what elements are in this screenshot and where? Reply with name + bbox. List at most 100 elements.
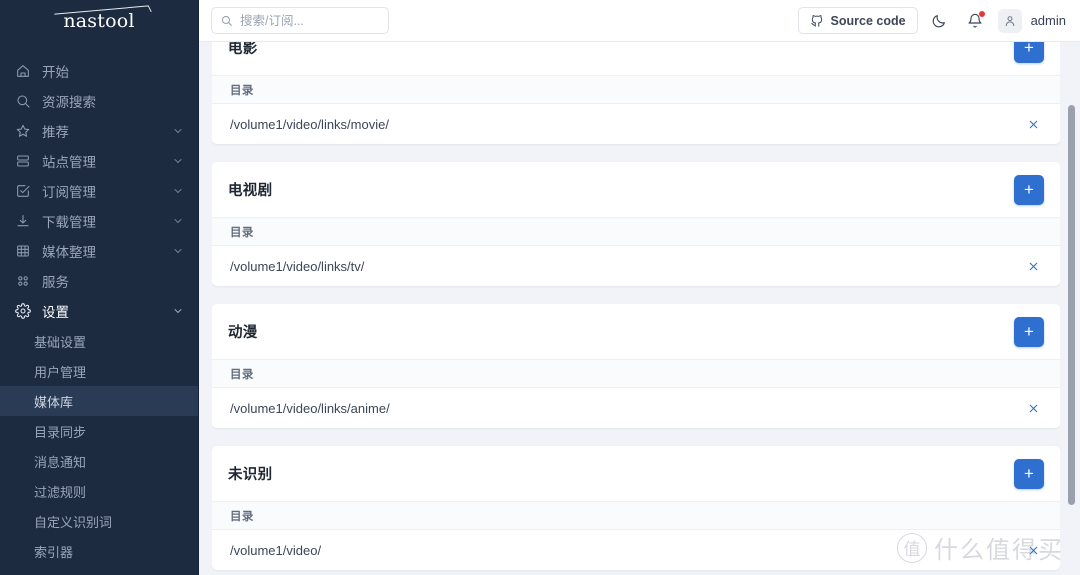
sidebar-subitem-directory-sync[interactable]: 目录同步 bbox=[0, 416, 198, 446]
chevron-down-icon bbox=[174, 249, 182, 253]
checkbox-icon bbox=[14, 182, 32, 200]
add-directory-button[interactable]: + bbox=[1014, 174, 1044, 205]
media-card: 未识别 + 目录 /volume1/video/ bbox=[212, 446, 1060, 570]
notification-badge bbox=[978, 10, 985, 17]
sidebar-item-recommend[interactable]: 推荐 bbox=[0, 116, 198, 146]
sidebar-subitem-label: 用户管理 bbox=[34, 364, 87, 380]
close-icon[interactable] bbox=[1024, 399, 1042, 417]
add-directory-button[interactable]: + bbox=[1014, 316, 1044, 347]
directory-path: /volume1/video/links/movie/ bbox=[230, 116, 389, 132]
moon-icon bbox=[932, 14, 945, 27]
card-header: 电视剧 + bbox=[212, 162, 1060, 218]
close-icon[interactable] bbox=[1024, 257, 1042, 275]
sidebar-subitem-filter-rules[interactable]: 过滤规则 bbox=[0, 476, 198, 506]
source-code-button[interactable]: Source code bbox=[797, 7, 918, 34]
notifications-button[interactable] bbox=[960, 6, 990, 36]
vertical-scrollbar[interactable] bbox=[1068, 42, 1076, 575]
directory-row: /volume1/video/links/movie/ bbox=[212, 104, 1060, 144]
column-header: 目录 bbox=[212, 502, 1060, 530]
scrollbar-thumb[interactable] bbox=[1068, 105, 1075, 505]
sidebar-item-label: 推荐 bbox=[42, 125, 69, 140]
close-icon[interactable] bbox=[1024, 541, 1042, 559]
chevron-down-icon bbox=[174, 219, 182, 223]
sidebar-item-service[interactable]: 服务 bbox=[0, 266, 198, 296]
content-area: 电影 + 目录 /volume1/video/links/movie/ 电视剧 … bbox=[199, 42, 1080, 575]
add-directory-button[interactable]: + bbox=[1014, 458, 1044, 489]
sidebar-item-download-manage[interactable]: 下载管理 bbox=[0, 206, 198, 236]
user-icon bbox=[1005, 15, 1014, 26]
sidebar-item-label: 开始 bbox=[42, 65, 69, 80]
directory-path: /volume1/video/links/anime/ bbox=[230, 400, 390, 416]
chevron-down-icon bbox=[174, 129, 182, 133]
directory-path: /volume1/video/links/tv/ bbox=[230, 258, 365, 274]
sidebar-item-start[interactable]: 开始 bbox=[0, 56, 198, 86]
media-card: 电视剧 + 目录 /volume1/video/links/tv/ bbox=[212, 162, 1060, 286]
sidebar-item-label: 订阅管理 bbox=[42, 185, 96, 200]
sidebar-item-label: 媒体整理 bbox=[42, 245, 96, 260]
card-title: 动漫 bbox=[228, 325, 258, 341]
directory-path: /volume1/video/ bbox=[230, 542, 322, 558]
chevron-down-icon bbox=[174, 159, 182, 163]
sidebar-item-media-organize[interactable]: 媒体整理 bbox=[0, 236, 198, 266]
chevron-down-icon bbox=[174, 189, 182, 193]
table-icon bbox=[14, 242, 32, 260]
card-header: 动漫 + bbox=[212, 304, 1060, 360]
directory-row: /volume1/video/links/anime/ bbox=[212, 388, 1060, 428]
server-icon bbox=[14, 152, 32, 170]
topbar-actions: Source code admin bbox=[797, 6, 1068, 36]
column-header: 目录 bbox=[212, 360, 1060, 388]
search-box[interactable] bbox=[211, 7, 389, 34]
user-menu[interactable]: admin bbox=[997, 8, 1068, 33]
github-icon bbox=[810, 14, 822, 27]
main-area: Source code admin bbox=[199, 0, 1080, 575]
topbar: Source code admin bbox=[199, 0, 1080, 42]
brand-logo[interactable]: nastool bbox=[0, 0, 198, 42]
card-title: 电影 bbox=[228, 42, 258, 57]
sidebar-subitem-label: 消息通知 bbox=[34, 454, 87, 470]
sidebar-subitem-notification[interactable]: 消息通知 bbox=[0, 446, 198, 476]
sidebar-item-label: 设置 bbox=[42, 305, 69, 320]
column-header: 目录 bbox=[212, 76, 1060, 104]
app-root: nastool 开始 资源搜索 推荐 站点管理 订阅管理 下载管理 媒体整理 服… bbox=[0, 0, 1080, 575]
chevron-down-icon bbox=[174, 309, 182, 313]
gear-icon bbox=[14, 302, 32, 320]
sidebar-nav: 开始 资源搜索 推荐 站点管理 订阅管理 下载管理 媒体整理 服务 设置 基础设… bbox=[0, 42, 198, 566]
sidebar-subitem-label: 过滤规则 bbox=[34, 484, 87, 500]
card-header: 电影 + bbox=[212, 42, 1060, 76]
sidebar-subitem-custom-keywords[interactable]: 自定义识别词 bbox=[0, 506, 198, 536]
source-code-label: Source code bbox=[830, 13, 906, 28]
content-scroller: 电影 + 目录 /volume1/video/links/movie/ 电视剧 … bbox=[212, 42, 1060, 575]
sidebar-subitem-label: 索引器 bbox=[34, 544, 74, 560]
sidebar-subitem-indexer[interactable]: 索引器 bbox=[0, 536, 198, 566]
sidebar-subitem-label: 媒体库 bbox=[34, 394, 74, 410]
avatar bbox=[997, 8, 1022, 33]
card-header: 未识别 + bbox=[212, 446, 1060, 502]
search-icon bbox=[14, 92, 32, 110]
star-icon bbox=[14, 122, 32, 140]
sidebar-subitem-user-management[interactable]: 用户管理 bbox=[0, 356, 198, 386]
sidebar-item-subscription-manage[interactable]: 订阅管理 bbox=[0, 176, 198, 206]
close-icon[interactable] bbox=[1024, 115, 1042, 133]
sidebar-item-label: 站点管理 bbox=[42, 155, 96, 170]
sidebar-item-resource-search[interactable]: 资源搜索 bbox=[0, 86, 198, 116]
apps-icon bbox=[14, 272, 32, 290]
search-icon bbox=[221, 15, 232, 26]
download-icon bbox=[14, 212, 32, 230]
card-title: 电视剧 bbox=[228, 183, 273, 199]
search-input[interactable] bbox=[240, 13, 380, 28]
sidebar-item-label: 服务 bbox=[42, 275, 69, 290]
sidebar-subitem-media-library[interactable]: 媒体库 bbox=[0, 386, 198, 416]
media-card: 电影 + 目录 /volume1/video/links/movie/ bbox=[212, 42, 1060, 144]
home-icon bbox=[14, 62, 32, 80]
sidebar-item-label: 资源搜索 bbox=[42, 95, 96, 110]
sidebar-item-settings[interactable]: 设置 bbox=[0, 296, 198, 326]
theme-toggle-button[interactable] bbox=[924, 6, 954, 36]
media-card: 动漫 + 目录 /volume1/video/links/anime/ bbox=[212, 304, 1060, 428]
sidebar-subitem-label: 基础设置 bbox=[34, 334, 87, 350]
sidebar-item-site-manage[interactable]: 站点管理 bbox=[0, 146, 198, 176]
media-library-cards: 电影 + 目录 /volume1/video/links/movie/ 电视剧 … bbox=[212, 42, 1060, 570]
sidebar-subitem-label: 自定义识别词 bbox=[34, 514, 113, 530]
add-directory-button[interactable]: + bbox=[1014, 42, 1044, 63]
sidebar-subitem-basic-settings[interactable]: 基础设置 bbox=[0, 326, 198, 356]
sidebar: nastool 开始 资源搜索 推荐 站点管理 订阅管理 下载管理 媒体整理 服… bbox=[0, 0, 199, 575]
